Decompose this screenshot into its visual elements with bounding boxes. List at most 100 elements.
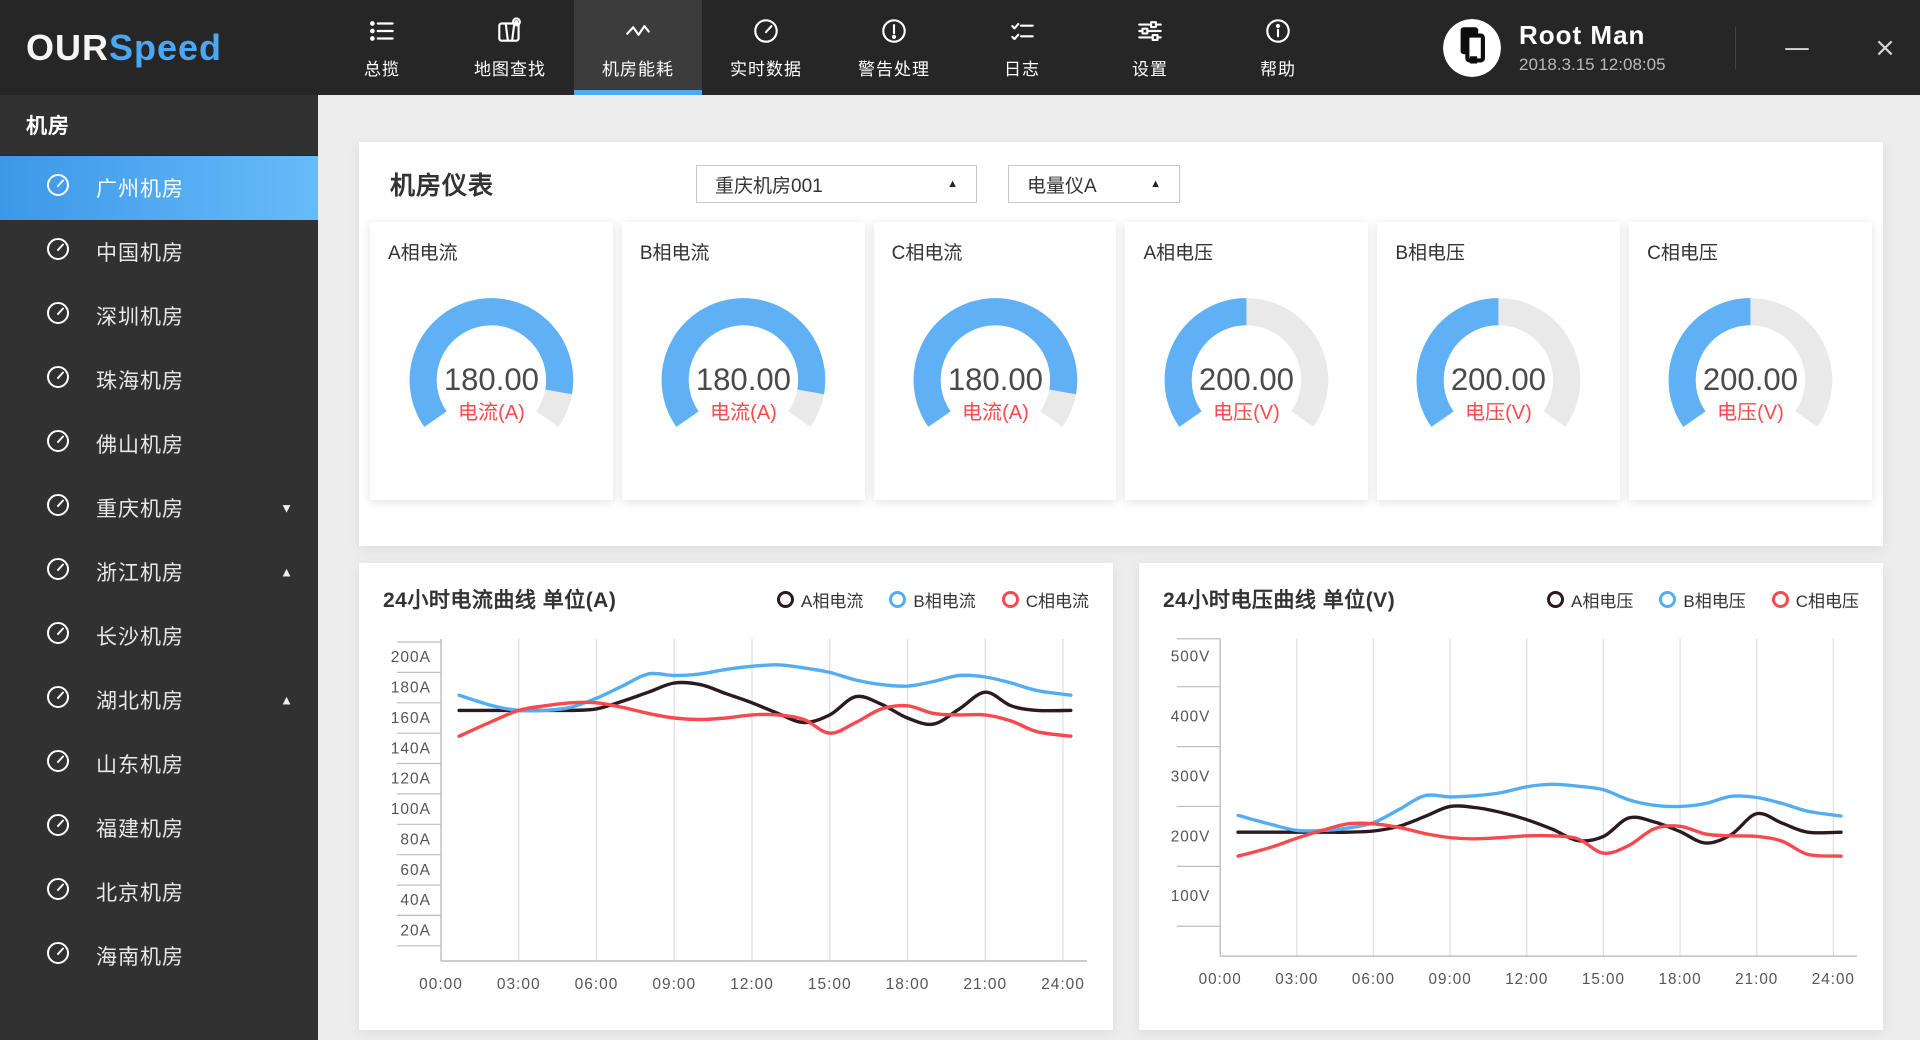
gauge-icon	[44, 427, 72, 461]
gauge-value: 180.00	[947, 362, 1042, 397]
main-nav-tabs: 总揽 地图查找 机房能耗 实时数据 警告处理 日志 设置 帮助	[318, 0, 1342, 95]
gauge-unit: 电流(A)	[710, 401, 777, 424]
gauge-card-title: C相电流	[891, 243, 963, 264]
sidebar-item-4[interactable]: 珠海机房	[0, 348, 318, 412]
svg-text:06:00: 06:00	[575, 976, 619, 993]
sidebar-item-2[interactable]: 中国机房	[0, 220, 318, 284]
minimize-button[interactable]: —	[1762, 0, 1832, 95]
svg-text:120A: 120A	[391, 771, 431, 788]
line-chart-svg: 200A 180A 160A 140A 120A 100A 80A 60A 40A 20A 00:0…	[391, 639, 1087, 993]
gauge-icon	[44, 747, 72, 781]
sidebar-item-1[interactable]: 广州机房	[0, 156, 318, 220]
top-nav-bar: OUR Speed 总揽 地图查找 机房能耗 实时数据 警告处理 日志 设置 帮助 Root M…	[0, 0, 1920, 95]
user-avatar[interactable]	[1443, 18, 1501, 77]
gauge-icon	[44, 299, 72, 333]
current-chart-title: 24小时电流曲线 单位(A)	[383, 589, 617, 612]
alert-icon	[879, 16, 909, 46]
gauge-icon	[44, 555, 72, 589]
sidebar-item-10[interactable]: 山东机房	[0, 732, 318, 796]
sidebar-item-label: 珠海机房	[96, 370, 184, 393]
nav-tab-label: 实时数据	[730, 59, 802, 79]
gauge-icon	[44, 939, 72, 973]
gauge-icon	[44, 363, 72, 397]
nav-tab-3[interactable]: 机房能耗	[574, 0, 702, 95]
nav-tab-label: 日志	[1004, 59, 1040, 79]
svg-text:400V: 400V	[1171, 709, 1211, 726]
svg-text:15:00: 15:00	[808, 976, 852, 993]
svg-text:200V: 200V	[1171, 828, 1211, 845]
legend-item[interactable]: A相电压	[1547, 587, 1633, 612]
svg-text:100A: 100A	[391, 801, 431, 818]
chevron-up-icon[interactable]: ▲	[280, 693, 294, 708]
svg-text:03:00: 03:00	[1275, 971, 1318, 988]
meters-panel-title: 机房仪表	[390, 172, 495, 200]
nav-tab-label: 设置	[1132, 59, 1168, 79]
svg-text:100V: 100V	[1171, 888, 1211, 905]
svg-text:80A: 80A	[400, 832, 431, 849]
nav-tab-2[interactable]: 地图查找	[446, 0, 574, 95]
sidebar-item-8[interactable]: 长沙机房	[0, 604, 318, 668]
room-select-value: 重庆机房001	[715, 175, 823, 197]
chevron-down-icon[interactable]: ▼	[280, 501, 294, 516]
nav-tab-6[interactable]: 日志	[958, 0, 1086, 95]
sidebar-item-6[interactable]: 重庆机房 ▼	[0, 476, 318, 540]
nav-tab-1[interactable]: 总揽	[318, 0, 446, 95]
gauge-unit: 电压(V)	[1717, 401, 1784, 424]
sidebar-item-label: 湖北机房	[96, 690, 184, 713]
close-button[interactable]: ×	[1850, 0, 1920, 95]
legend-label: C相电压	[1795, 591, 1859, 611]
gauge-card-title: C相电压	[1647, 243, 1718, 264]
legend-ring-icon	[777, 590, 795, 608]
legend-ring-icon	[1659, 590, 1677, 608]
sidebar-item-7[interactable]: 浙江机房 ▲	[0, 540, 318, 604]
sidebar: 机房 广州机房 中国机房 深圳机房 珠海机房 佛山机房 重庆机房 ▼ 浙江机房 ▲ 长沙机房 湖北机…	[0, 95, 318, 1040]
meters-panel: 机房仪表 重庆机房001 ▲ 电量仪A ▲ A相电流 180.00 电流(A) …	[359, 142, 1883, 546]
nav-tab-label: 总揽	[364, 59, 400, 79]
legend-item[interactable]: B相电压	[1659, 587, 1746, 612]
help-icon	[1263, 16, 1293, 46]
sidebar-item-label: 海南机房	[96, 946, 184, 969]
nav-tab-8[interactable]: 帮助	[1214, 0, 1342, 95]
svg-text:200A: 200A	[391, 649, 431, 666]
gauge-chart: 180.00 电流(A)	[913, 298, 1077, 427]
sidebar-item-12[interactable]: 北京机房	[0, 860, 318, 924]
svg-text:03:00: 03:00	[497, 976, 541, 993]
svg-text:140A: 140A	[391, 740, 431, 757]
legend-item[interactable]: B相电流	[889, 587, 976, 612]
gauge-card-title: B相电流	[639, 243, 710, 264]
legend-item[interactable]: C相电流	[1001, 587, 1089, 612]
sidebar-item-5[interactable]: 佛山机房	[0, 412, 318, 476]
gauge-icon	[44, 811, 72, 845]
nav-tab-label: 帮助	[1260, 59, 1296, 79]
gauge-value: 200.00	[1703, 362, 1798, 397]
realtime-gauge-icon	[751, 16, 781, 46]
svg-text:180A: 180A	[391, 680, 431, 697]
svg-text:09:00: 09:00	[652, 976, 696, 993]
legend-item[interactable]: A相电流	[777, 587, 863, 612]
nav-tab-7[interactable]: 设置	[1086, 0, 1214, 95]
gauge-icon	[44, 171, 72, 205]
sidebar-item-label: 中国机房	[96, 242, 184, 265]
sidebar-item-13[interactable]: 海南机房	[0, 924, 318, 988]
meter-select-dropdown[interactable]: 电量仪A ▲	[1008, 165, 1181, 203]
svg-text:00:00: 00:00	[1199, 971, 1242, 988]
nav-tab-4[interactable]: 实时数据	[702, 0, 830, 95]
room-select-dropdown[interactable]: 重庆机房001 ▲	[696, 165, 978, 203]
chevron-up-icon[interactable]: ▲	[280, 565, 294, 580]
gauge-unit: 电压(V)	[1213, 401, 1280, 424]
sidebar-item-label: 广州机房	[96, 178, 184, 201]
sidebar-item-label: 深圳机房	[96, 306, 184, 329]
gauge-icon	[44, 235, 72, 269]
sidebar-item-3[interactable]: 深圳机房	[0, 284, 318, 348]
sidebar-item-11[interactable]: 福建机房	[0, 796, 318, 860]
gauge-unit: 电压(V)	[1465, 401, 1532, 424]
svg-text:21:00: 21:00	[963, 976, 1007, 993]
nav-tab-5[interactable]: 警告处理	[830, 0, 958, 95]
room-list: 广州机房中国机房深圳机房珠海机房佛山机房 重庆机房 ▼ 浙江机房 ▲ 长沙机房湖北机房 ▲ 山…	[0, 156, 318, 988]
legend-item[interactable]: C相电压	[1771, 587, 1859, 612]
gauge-chart: 180.00 电流(A)	[661, 298, 826, 427]
voltage-chart-title: 24小时电压曲线 单位(V)	[1163, 589, 1396, 612]
sidebar-item-9[interactable]: 湖北机房 ▲	[0, 668, 318, 732]
legend-label: B相电压	[1683, 591, 1746, 611]
svg-text:21:00: 21:00	[1735, 971, 1778, 988]
